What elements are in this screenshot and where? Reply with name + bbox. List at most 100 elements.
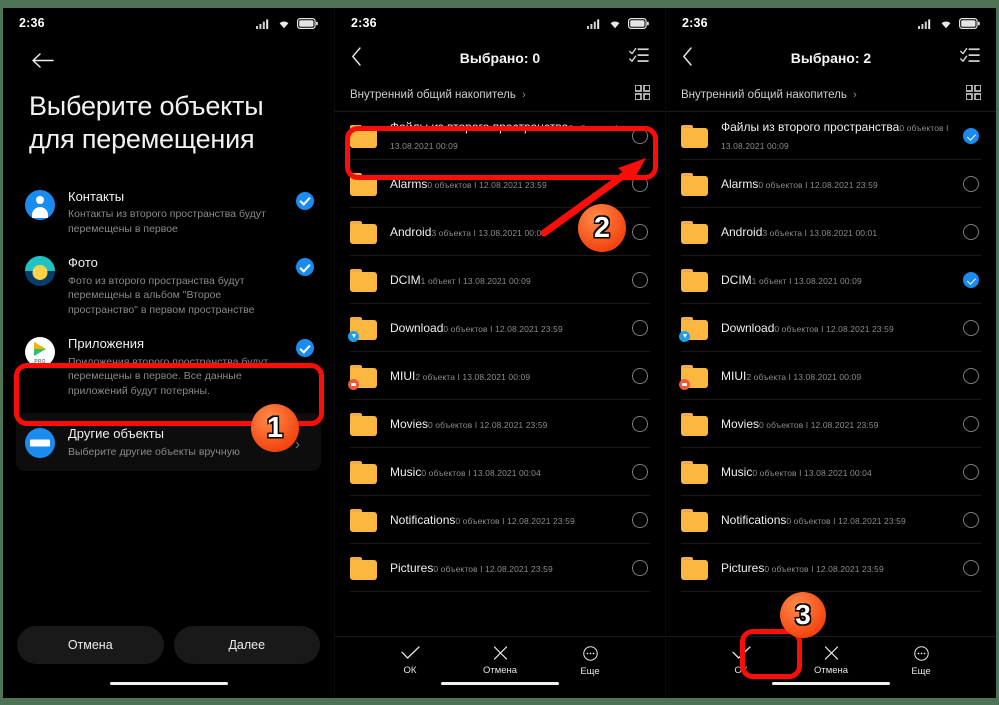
chevron-left-icon xyxy=(352,46,361,66)
file-name: Alarms xyxy=(390,177,428,191)
status-time: 2:36 xyxy=(682,16,708,30)
file-row[interactable]: Pictures0 объектов I 12.08.2021 23:59 xyxy=(666,544,996,592)
option-checkbox[interactable] xyxy=(296,258,314,277)
file-details: 0 объектов I 12.08.2021 23:59 xyxy=(786,516,906,526)
file-select-radio[interactable] xyxy=(963,560,979,576)
cancel-button[interactable]: Отмена xyxy=(474,646,526,676)
grid-view-icon[interactable] xyxy=(634,83,651,105)
file-select-radio[interactable] xyxy=(632,272,648,288)
file-row[interactable]: Movies0 объектов I 12.08.2021 23:59 xyxy=(666,400,996,448)
path-bar[interactable]: Внутренний общий накопитель › xyxy=(666,78,996,112)
cancel-button[interactable]: Отмена xyxy=(17,626,164,664)
back-button[interactable] xyxy=(351,46,381,70)
file-select-radio[interactable] xyxy=(632,464,648,480)
next-button[interactable]: Далее xyxy=(173,626,320,664)
file-select-radio[interactable] xyxy=(963,368,979,384)
file-select-radio[interactable] xyxy=(632,368,648,384)
file-row[interactable]: Pictures0 объектов I 12.08.2021 23:59 xyxy=(335,544,665,592)
app-bar: Выбрано: 0 xyxy=(335,38,665,78)
select-all-icon[interactable] xyxy=(960,47,980,69)
status-time: 2:36 xyxy=(19,16,45,30)
file-select-radio[interactable] xyxy=(632,224,648,240)
panel-file-picker-selected: 2:36 Выбрано: 2 Внутренний общий накопит… xyxy=(665,8,996,698)
folder-icon xyxy=(348,364,377,390)
file-row[interactable]: Notifications0 объектов I 12.08.2021 23:… xyxy=(335,496,665,544)
file-row[interactable]: Music0 объектов I 13.08.2021 00:04 xyxy=(335,448,665,496)
file-select-radio[interactable] xyxy=(632,320,648,336)
file-row[interactable]: Notifications0 объектов I 12.08.2021 23:… xyxy=(666,496,996,544)
file-details: 2 объекта I 13.08.2021 00:09 xyxy=(415,372,531,382)
file-row[interactable]: Alarms0 объектов I 12.08.2021 23:59 xyxy=(666,160,996,208)
file-select-radio[interactable] xyxy=(632,128,648,144)
breadcrumb[interactable]: Внутренний общий накопитель › xyxy=(681,89,857,101)
file-row[interactable]: Android3 объекта I 13.08.2021 00:01 xyxy=(666,208,996,256)
app-bar-title: Выбрано: 0 xyxy=(459,50,541,66)
file-meta: MIUI2 объекта I 13.08.2021 00:09 xyxy=(708,367,963,385)
ok-button[interactable]: ОК xyxy=(384,646,436,676)
select-all-glyph xyxy=(960,47,980,62)
option-apps[interactable]: PRO Приложения Приложения второго простр… xyxy=(3,326,334,407)
folder-icon xyxy=(681,460,708,484)
file-name: Android xyxy=(721,225,763,239)
folder-icon xyxy=(350,412,377,436)
file-row[interactable]: Android3 объекта I 13.08.2021 00:01 xyxy=(335,208,665,256)
option-other-objects[interactable]: Другие объекты Выберите другие объекты в… xyxy=(16,413,321,472)
miui-badge-icon xyxy=(348,378,359,390)
option-checkbox[interactable] xyxy=(296,191,314,210)
file-select-radio[interactable] xyxy=(963,416,979,432)
back-button[interactable] xyxy=(3,38,63,74)
arrow-left-icon xyxy=(32,53,54,68)
file-name: MIUI xyxy=(390,369,416,383)
folder-icon xyxy=(681,412,708,436)
cancel-label: Отмена xyxy=(482,665,518,676)
select-all-icon[interactable] xyxy=(629,47,649,69)
file-row[interactable]: Download0 объектов I 12.08.2021 23:59 xyxy=(666,304,996,352)
breadcrumb[interactable]: Внутренний общий накопитель › xyxy=(350,89,526,101)
file-row[interactable]: MIUI2 объекта I 13.08.2021 00:09 xyxy=(335,352,665,400)
folder-icon xyxy=(348,316,377,342)
file-row[interactable]: Movies0 объектов I 12.08.2021 23:59 xyxy=(335,400,665,448)
file-row[interactable]: Файлы из второго пространства0 объектов … xyxy=(335,112,665,160)
path-bar[interactable]: Внутренний общий накопитель › xyxy=(335,78,665,112)
option-subtitle: Контакты из второго пространства будут п… xyxy=(68,208,266,235)
file-name: Android xyxy=(390,225,432,239)
wifi-icon xyxy=(610,21,620,28)
file-row[interactable]: MIUI2 объекта I 13.08.2021 00:09 xyxy=(666,352,996,400)
grid-view-icon[interactable] xyxy=(965,83,982,105)
file-select-radio[interactable] xyxy=(632,560,648,576)
file-select-radio[interactable] xyxy=(632,176,648,192)
more-icon xyxy=(582,646,598,661)
file-select-radio[interactable] xyxy=(632,416,648,432)
file-select-radio[interactable] xyxy=(963,464,979,480)
more-button[interactable]: Еще xyxy=(895,646,947,677)
cancel-label: Отмена xyxy=(813,665,849,676)
file-row[interactable]: Alarms0 объектов I 12.08.2021 23:59 xyxy=(335,160,665,208)
file-row[interactable]: DCIM1 объект I 13.08.2021 00:09 xyxy=(335,256,665,304)
file-details: 1 объект I 13.08.2021 00:09 xyxy=(751,276,862,286)
file-select-radio[interactable] xyxy=(963,512,979,528)
file-select-radio[interactable] xyxy=(963,320,979,336)
option-photos[interactable]: Фото Фото из второго пространства будут … xyxy=(3,245,334,326)
file-select-radio[interactable] xyxy=(963,176,979,192)
option-contacts[interactable]: Контакты Контакты из второго пространств… xyxy=(3,179,334,246)
folder-icon xyxy=(679,316,708,342)
back-button[interactable] xyxy=(682,46,712,70)
file-select-radio[interactable] xyxy=(963,224,979,240)
signal-icon xyxy=(918,18,931,29)
select-all-glyph xyxy=(629,47,649,62)
breadcrumb-label: Внутренний общий накопитель xyxy=(681,88,847,101)
file-select-radio[interactable] xyxy=(963,128,979,144)
option-checkbox[interactable] xyxy=(296,339,314,358)
bottom-action-bar: ОК Отмена Еще xyxy=(335,636,665,698)
ok-button[interactable]: ОК xyxy=(715,646,767,676)
cancel-button[interactable]: Отмена xyxy=(805,646,857,676)
file-row[interactable]: Download0 объектов I 12.08.2021 23:59 xyxy=(335,304,665,352)
file-select-radio[interactable] xyxy=(632,512,648,528)
file-row[interactable]: Music0 объектов I 13.08.2021 00:04 xyxy=(666,448,996,496)
more-icon xyxy=(913,646,929,661)
file-details: 0 объектов I 12.08.2021 23:59 xyxy=(443,324,563,334)
file-row[interactable]: DCIM1 объект I 13.08.2021 00:09 xyxy=(666,256,996,304)
file-select-radio[interactable] xyxy=(963,272,979,288)
file-row[interactable]: Файлы из второго пространства0 объектов … xyxy=(666,112,996,160)
more-button[interactable]: Еще xyxy=(564,646,616,677)
